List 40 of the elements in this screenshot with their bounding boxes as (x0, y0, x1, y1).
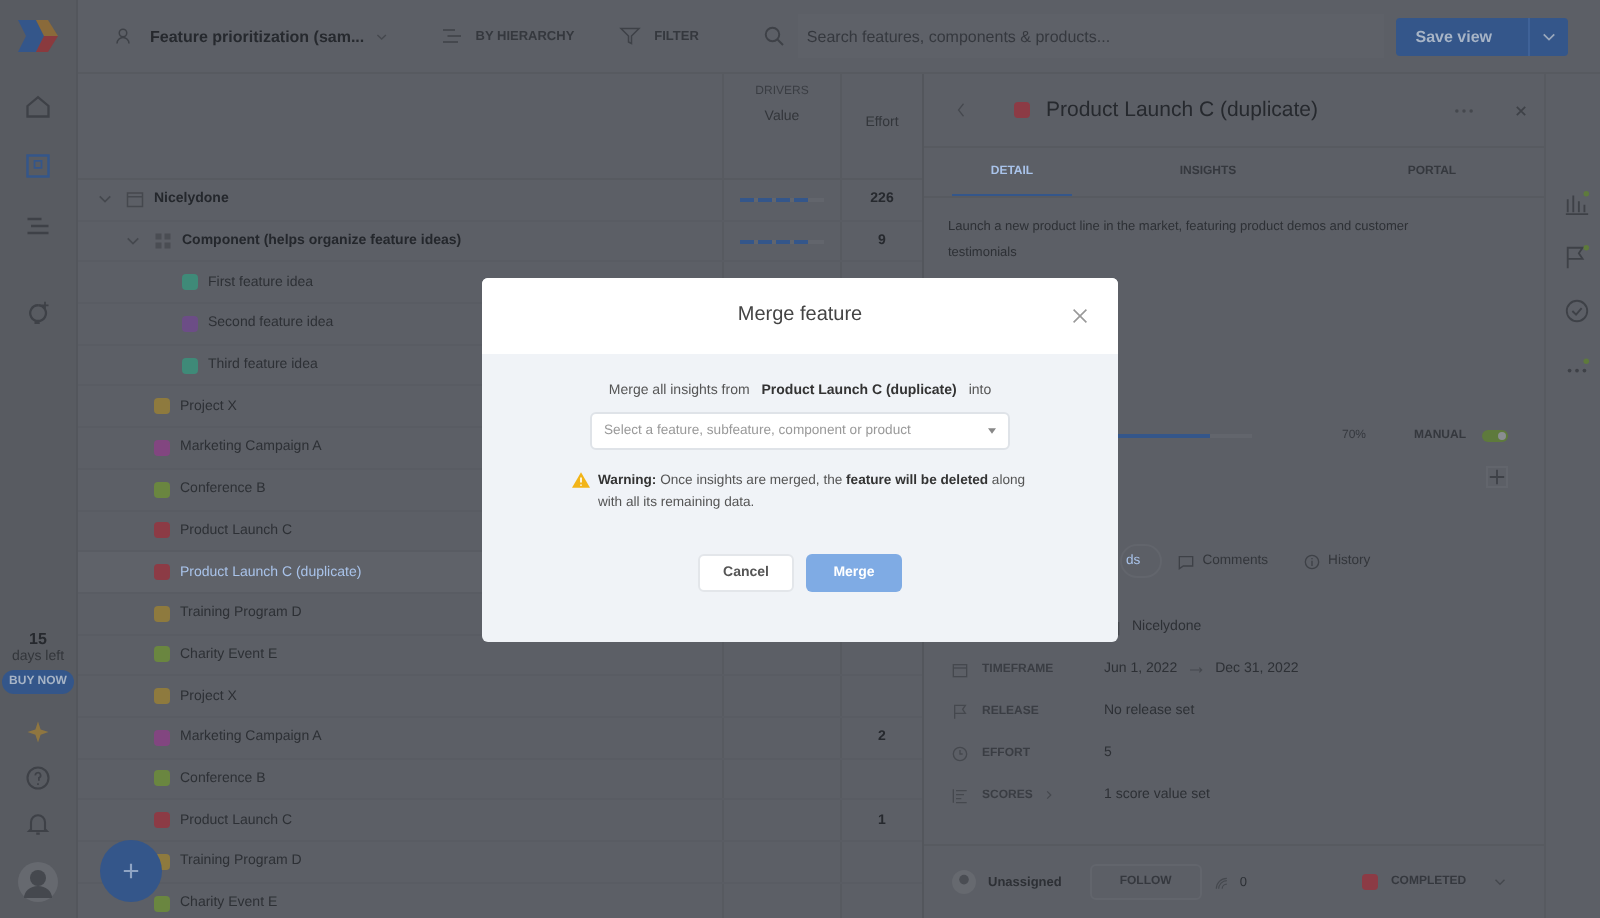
warning-icon (572, 471, 590, 487)
avatar-icon[interactable] (18, 862, 58, 902)
value-meter (740, 197, 824, 202)
check-circle-icon[interactable] (1563, 298, 1589, 324)
chart-icon[interactable] (1563, 190, 1589, 216)
close-icon[interactable] (1514, 103, 1528, 117)
view-name[interactable]: Feature prioritization (sam... (150, 27, 365, 45)
comment-icon (1178, 553, 1195, 569)
flag-icon[interactable] (1563, 244, 1589, 270)
dialog-title: Merge feature (737, 304, 863, 326)
info-icon (1304, 553, 1321, 569)
detail-title: Product Launch C (duplicate) (1046, 98, 1318, 122)
back-icon[interactable] (956, 102, 966, 118)
filter-icon (618, 24, 643, 48)
avatar-icon (952, 870, 976, 894)
document-icon[interactable] (24, 152, 52, 180)
plus-icon (122, 862, 140, 880)
save-view-button[interactable]: Save view (1395, 17, 1568, 55)
logo-icon (18, 20, 58, 52)
hierarchy-icon (439, 24, 464, 48)
bell-icon[interactable] (24, 810, 52, 838)
add-button[interactable] (100, 840, 162, 902)
chevron-icon[interactable] (126, 236, 140, 247)
lines-icon[interactable] (24, 212, 52, 240)
caret-icon[interactable] (376, 31, 388, 41)
close-icon[interactable] (1072, 307, 1088, 323)
manual-toggle[interactable] (1482, 430, 1509, 442)
chevron-icon[interactable] (98, 194, 112, 205)
list-icon (952, 787, 968, 803)
bulb-icon[interactable] (24, 300, 52, 328)
sparkle-icon[interactable] (24, 718, 52, 746)
flag-icon (952, 703, 968, 719)
help-icon[interactable] (24, 764, 52, 792)
home-icon[interactable] (24, 92, 52, 120)
signal-icon (1213, 875, 1228, 889)
add-button[interactable] (1486, 466, 1508, 488)
value-meter (740, 239, 824, 244)
clock-icon (952, 745, 968, 761)
search-icon (762, 24, 787, 48)
caret-icon (988, 427, 996, 433)
